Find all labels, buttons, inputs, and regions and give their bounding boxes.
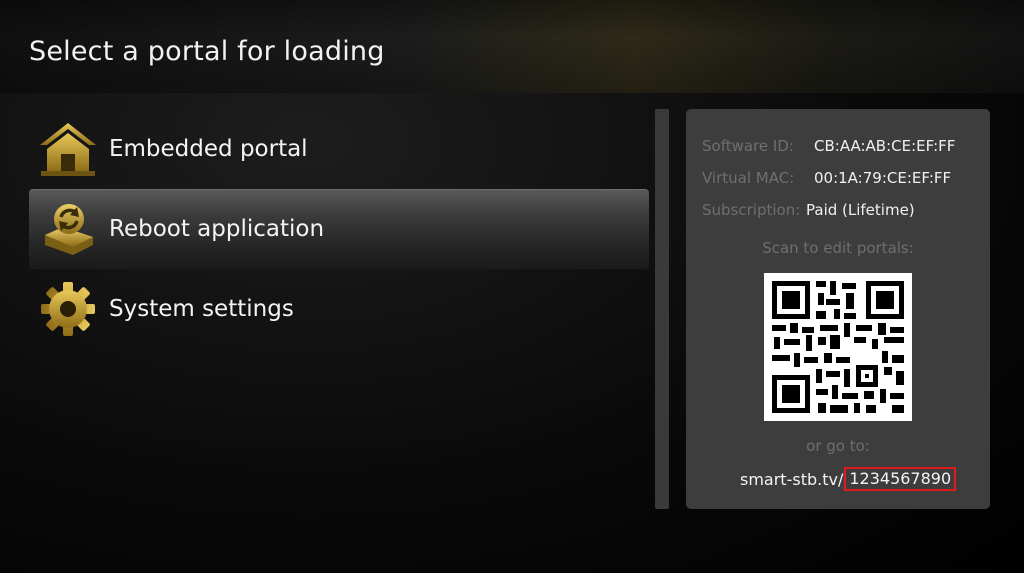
virtual-mac-label: Virtual MAC: [702, 169, 795, 187]
menu-item-label: Reboot application [109, 216, 325, 242]
portal-url-base: smart-stb.tv/ [740, 469, 844, 489]
menu-item-embedded-portal[interactable]: Embedded portal [29, 109, 649, 189]
software-id-value: CB:AA:AB:CE:EF:FF [814, 137, 956, 155]
main-area: Embedded portal Reboot application Syste… [0, 93, 1024, 573]
gear-icon [41, 282, 95, 336]
subscription-row: Subscription: Paid (Lifetime) [702, 201, 915, 219]
scan-instruction: Scan to edit portals: [762, 239, 914, 257]
device-info-panel: Software ID: CB:AA:AB:CE:EF:FF Virtual M… [686, 109, 990, 509]
home-icon [40, 123, 96, 176]
software-id-row: Software ID: CB:AA:AB:CE:EF:FF [702, 137, 955, 155]
reboot-icon [45, 204, 93, 255]
menu-item-label: System settings [109, 296, 294, 322]
qr-code-icon [764, 273, 912, 421]
portal-menu: Embedded portal Reboot application Syste… [29, 109, 649, 349]
goto-instruction: or go to: [806, 437, 870, 455]
subscription-value: Paid (Lifetime) [806, 201, 915, 219]
menu-scrollbar[interactable] [655, 109, 669, 509]
virtual-mac-row: Virtual MAC: 00:1A:79:CE:EF:FF [702, 169, 951, 187]
virtual-mac-value: 00:1A:79:CE:EF:FF [814, 169, 952, 187]
page-title: Select a portal for loading [29, 36, 385, 67]
menu-item-label: Embedded portal [109, 136, 308, 162]
software-id-label: Software ID: [702, 137, 794, 155]
menu-item-reboot-application[interactable]: Reboot application [29, 189, 649, 269]
menu-item-system-settings[interactable]: System settings [29, 269, 649, 349]
portal-url-link[interactable]: smart-stb.tv/ 1234567890 [740, 467, 957, 491]
subscription-label: Subscription: [702, 201, 801, 219]
portal-url-id: 1234567890 [844, 467, 957, 491]
